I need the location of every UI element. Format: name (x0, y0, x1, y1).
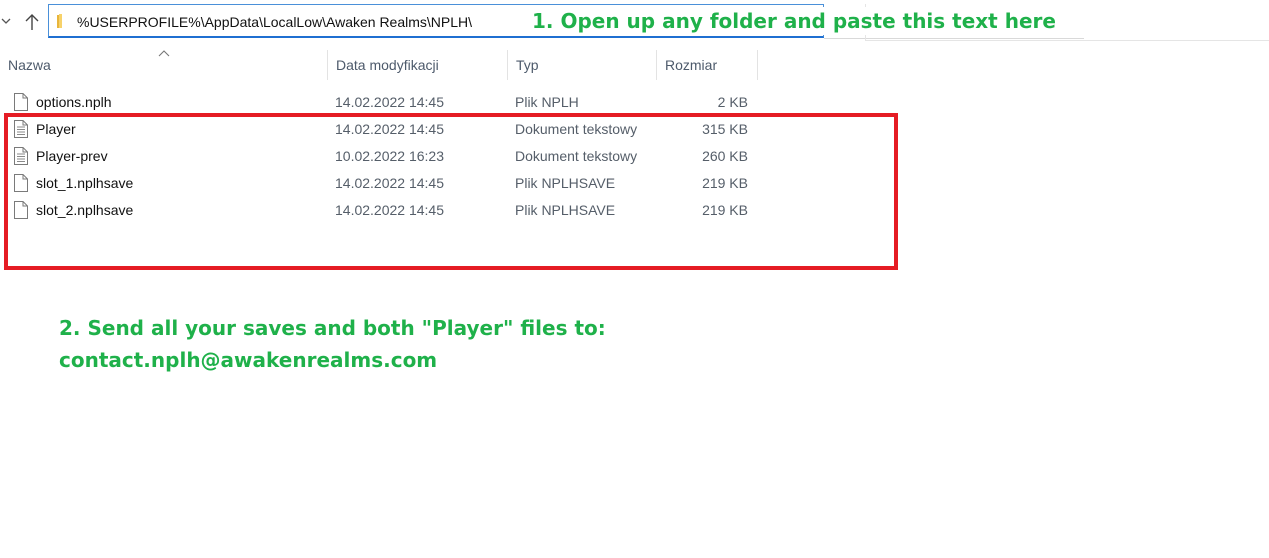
file-row-slot-1[interactable]: slot_1.nplhsave 14.02.2022 14:45 Plik NP… (0, 170, 800, 197)
file-type: Dokument tekstowy (515, 121, 638, 137)
file-type: Plik NPLH (515, 94, 579, 110)
text-document-icon (13, 119, 29, 139)
file-row-options-nplh[interactable]: options.nplh 14.02.2022 14:45 Plik NPLH … (0, 89, 800, 116)
annotation-step-2-line-1: 2. Send all your saves and both "Player"… (59, 316, 606, 340)
file-size: 219 KB (702, 175, 748, 191)
file-size: 315 KB (702, 121, 748, 137)
file-name: slot_2.nplhsave (36, 202, 134, 218)
file-name: Player-prev (36, 148, 108, 164)
blank-file-icon (13, 92, 29, 112)
annotation-step-2-email: contact.nplh@awakenrealms.com (59, 348, 438, 372)
file-date: 14.02.2022 14:45 (335, 94, 444, 110)
file-row-player-prev[interactable]: Player-prev 10.02.2022 16:23 Dokument te… (0, 143, 800, 170)
file-type: Dokument tekstowy (515, 148, 638, 164)
file-date: 10.02.2022 16:23 (335, 148, 444, 164)
column-divider (757, 50, 758, 80)
file-size: 2 KB (717, 94, 748, 110)
file-date: 14.02.2022 14:45 (335, 121, 444, 137)
column-header-name[interactable]: Nazwa (0, 50, 328, 80)
column-header-size[interactable]: Rozmiar (656, 50, 758, 80)
file-name: options.nplh (36, 94, 112, 110)
text-document-icon (13, 146, 29, 166)
blank-file-icon (13, 173, 29, 193)
file-row-player[interactable]: Player 14.02.2022 14:45 Dokument tekstow… (0, 116, 800, 143)
file-size: 219 KB (702, 202, 748, 218)
recent-locations-chevron-icon[interactable] (0, 12, 14, 30)
annotation-step-1: 1. Open up any folder and paste this tex… (532, 7, 1060, 35)
column-header-date[interactable]: Data modyfikacji (327, 50, 508, 80)
file-name: Player (36, 121, 76, 137)
file-type: Plik NPLHSAVE (515, 202, 616, 218)
file-date: 14.02.2022 14:45 (335, 175, 444, 191)
file-type: Plik NPLHSAVE (515, 175, 616, 191)
file-name: slot_1.nplhsave (36, 175, 134, 191)
annotation-step-2: 2. Send all your saves and both "Player"… (59, 312, 659, 376)
folder-icon (55, 13, 71, 29)
file-size: 260 KB (702, 148, 748, 164)
blank-file-icon (13, 200, 29, 220)
up-arrow-icon[interactable] (22, 11, 42, 33)
column-header-type[interactable]: Typ (507, 50, 657, 80)
file-row-slot-2[interactable]: slot_2.nplhsave 14.02.2022 14:45 Plik NP… (0, 197, 800, 224)
file-list: options.nplh 14.02.2022 14:45 Plik NPLH … (0, 89, 800, 224)
file-date: 14.02.2022 14:45 (335, 202, 444, 218)
address-path-text[interactable]: %USERPROFILE%\AppData\LocalLow\Awaken Re… (77, 13, 472, 31)
